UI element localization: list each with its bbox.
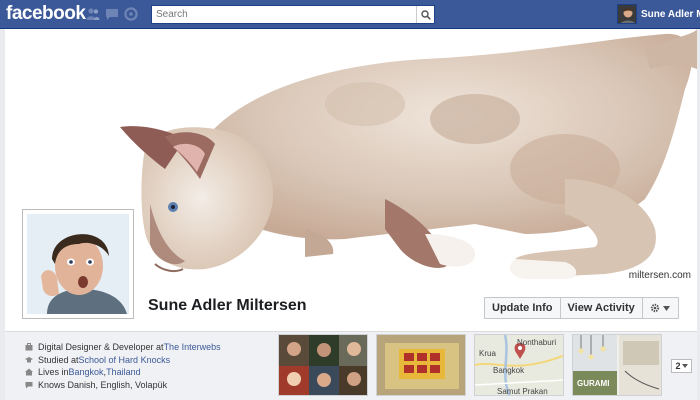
map-label-krua: Krua [479, 349, 496, 358]
location-text: Lives in [38, 367, 69, 378]
avatar [617, 4, 637, 24]
briefcase-icon [25, 343, 33, 351]
profile-info-strip: Digital Designer & Developer at The Inte… [5, 332, 697, 400]
education-row: Studied at School of Hard Knocks [25, 354, 275, 367]
map-label-samut-prakan: Samut Prakan [497, 387, 548, 396]
profile-photo-image [27, 214, 129, 314]
search-box [151, 5, 435, 24]
languages-text: Knows Danish, English, Volapük [38, 379, 168, 390]
update-info-button[interactable]: Update Info [484, 297, 561, 319]
view-activity-button[interactable]: View Activity [560, 297, 643, 319]
work-row: Digital Designer & Developer at The Inte… [25, 341, 275, 354]
cover-photo-credit: miltersen.com [628, 270, 691, 281]
profile-actions: Update Info View Activity [484, 297, 679, 319]
profile-name[interactable]: Sune Adler Miltersen [148, 297, 307, 315]
friends-tile[interactable] [278, 334, 368, 396]
top-navigation-bar: facebook Search Sune Adler M [0, 0, 700, 29]
likes-tile[interactable]: GURAMI [572, 334, 662, 396]
facebook-timeline-page: facebook Search Sune Adler M miltersen.c… [0, 0, 700, 400]
profile-picture[interactable] [22, 209, 134, 319]
facebook-logo[interactable]: facebook [6, 3, 86, 25]
languages-row: Knows Danish, English, Volapük [25, 379, 275, 392]
education-text: Studied at [38, 354, 79, 365]
likes-label-gurami: GURAMI [577, 379, 610, 388]
home-icon [25, 368, 33, 376]
about-summary: Digital Designer & Developer at The Inte… [25, 341, 275, 391]
map-label-nonthaburi: Nonthaburi [517, 338, 557, 347]
graduation-cap-icon [25, 356, 33, 363]
friends-collage-image [279, 335, 367, 395]
country-link[interactable]: Thailand [106, 367, 141, 377]
city-link[interactable]: Bangkok [69, 367, 104, 377]
search-button[interactable] [416, 6, 434, 23]
current-user-name: Sune Adler M [641, 8, 700, 20]
messages-icon[interactable] [105, 7, 119, 21]
work-text: Digital Designer & Developer at [38, 342, 164, 353]
location-row: Lives in Bangkok , Thailand [25, 366, 275, 379]
notifications-icon[interactable] [124, 7, 138, 21]
map-tile[interactable]: Nonthaburi Bangkok Samut Prakan Krua [474, 334, 564, 396]
current-user-link[interactable]: Sune Adler M [617, 4, 700, 24]
notification-jewels [86, 7, 138, 21]
search-icon [420, 9, 431, 20]
speech-bubble-icon [25, 381, 33, 389]
photos-thumbnail-image [377, 335, 465, 395]
education-link[interactable]: School of Hard Knocks [79, 355, 171, 365]
chevron-down-icon [681, 364, 688, 368]
more-sections-count: 2 [675, 361, 681, 371]
work-link[interactable]: The Interwebs [164, 342, 221, 352]
search-input[interactable] [152, 6, 416, 23]
more-sections-button[interactable]: 2 [671, 359, 692, 373]
chevron-down-icon [663, 305, 671, 311]
gear-icon [651, 303, 660, 313]
settings-dropdown-button[interactable] [642, 297, 679, 319]
photos-tile[interactable] [376, 334, 466, 396]
friend-requests-icon[interactable] [86, 7, 100, 21]
map-label-bangkok: Bangkok [493, 366, 525, 375]
